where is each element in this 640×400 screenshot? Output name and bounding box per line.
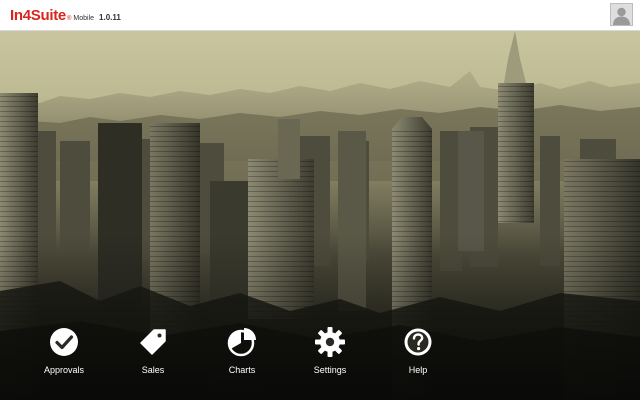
user-avatar-button[interactable] xyxy=(610,3,633,26)
nav-sales-button[interactable]: Sales xyxy=(113,326,193,375)
top-bar: In4 Suite ® Mobile 1.0.11 xyxy=(0,0,640,31)
check-circle-icon xyxy=(50,328,78,356)
tag-icon xyxy=(140,329,166,355)
logo-registered-mark: ® xyxy=(66,16,72,22)
app-version: 1.0.11 xyxy=(99,13,121,22)
nav-settings-button[interactable]: Settings xyxy=(290,326,370,375)
nav-charts-button[interactable]: Charts xyxy=(202,326,282,375)
logo-mobile-label: Mobile xyxy=(73,15,95,22)
logo-brand-in4: In4 xyxy=(10,7,31,24)
main-nav: Approvals Sales Charts Settings Help xyxy=(0,326,640,386)
nav-charts-label: Charts xyxy=(228,365,256,375)
nav-approvals-label: Approvals xyxy=(43,365,85,375)
nav-help-label: Help xyxy=(408,365,428,375)
app-logo: In4 Suite ® Mobile 1.0.11 xyxy=(10,7,121,25)
pie-chart-icon xyxy=(227,328,256,357)
nav-sales-label: Sales xyxy=(141,365,165,375)
nav-approvals-button[interactable]: Approvals xyxy=(24,326,104,375)
logo-brand-suite: Suite xyxy=(30,7,66,24)
gear-icon xyxy=(315,327,345,357)
nav-help-button[interactable]: Help xyxy=(378,326,458,375)
question-circle-icon xyxy=(404,328,432,356)
nav-settings-label: Settings xyxy=(313,365,347,375)
user-avatar-icon xyxy=(611,4,632,25)
